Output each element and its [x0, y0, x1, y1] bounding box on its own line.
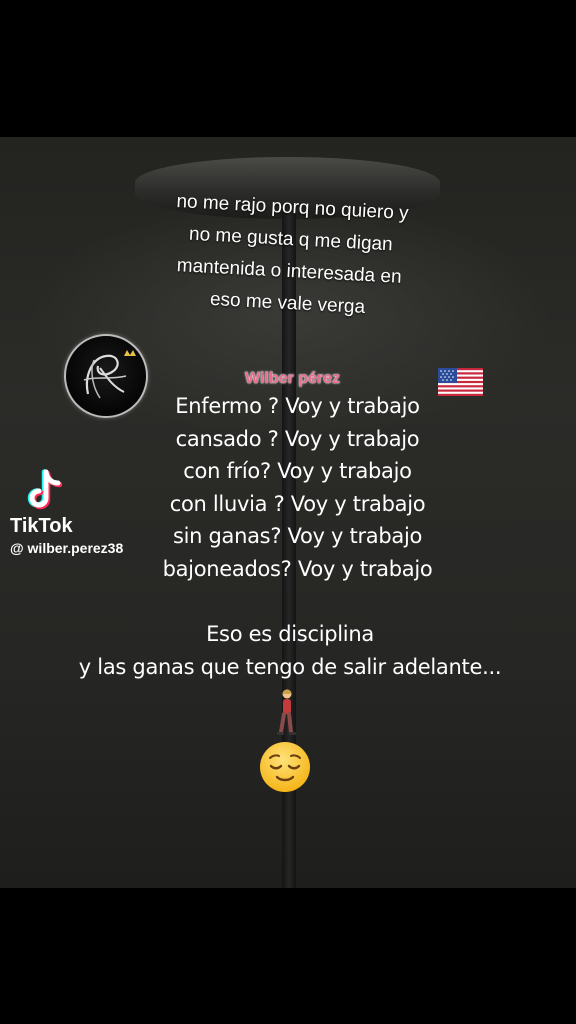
main-line: Enfermo ? Voy y trabajo — [175, 394, 420, 418]
tiktok-brand: TikTok — [10, 515, 73, 537]
main-line: bajoneados? Voy y trabajo — [162, 556, 433, 581]
closing-line: y las ganas que tengo de salir adelante.… — [78, 655, 502, 679]
tiktok-username[interactable]: @ wilber.perez38 — [10, 540, 123, 556]
relieved-face-icon — [258, 740, 312, 794]
watermark-name: Wilber pérez — [245, 370, 340, 387]
closing-text-block: Eso es disciplina y las ganas que tengo … — [40, 618, 540, 684]
main-line: con lluvia ? Voy y trabajo — [169, 491, 426, 516]
tiktok-logo-icon — [24, 468, 66, 514]
person-walking-icon — [274, 688, 298, 738]
top-letterbox — [0, 0, 576, 137]
bottom-letterbox — [0, 888, 576, 1024]
main-line: sin ganas? Voy y trabajo — [172, 524, 423, 548]
main-line: con frío? Voy y trabajo — [183, 459, 412, 483]
closing-line: Eso es disciplina — [206, 622, 374, 646]
caption-text: no me rajo porq no quiero y no me gusta … — [147, 185, 433, 327]
main-text-block: Enfermo ? Voy y trabajo cansado ? Voy y … — [120, 390, 475, 585]
main-line: cansado ? Voy y trabajo — [175, 426, 420, 451]
